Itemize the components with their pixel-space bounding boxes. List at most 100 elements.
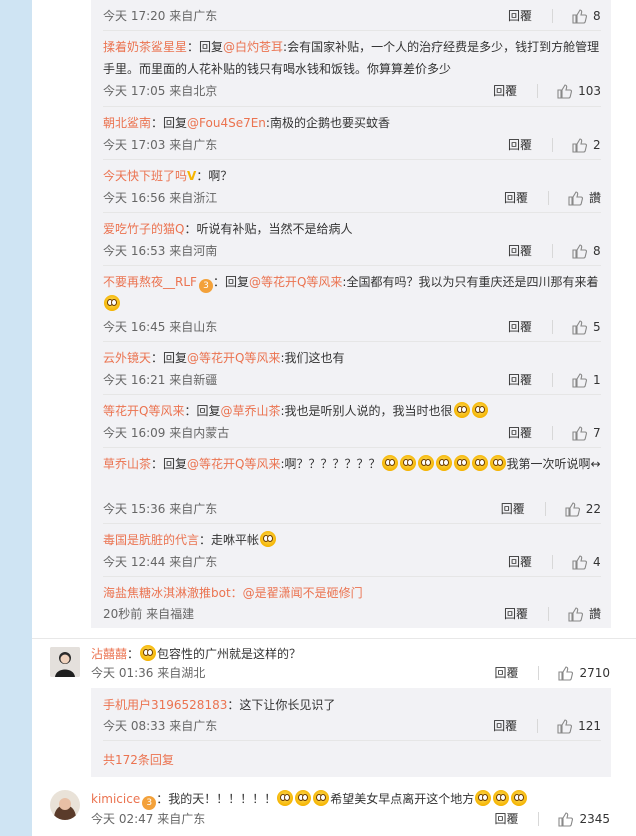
like-count: 8: [593, 244, 601, 258]
mention-link[interactable]: @等花开Q等风来: [187, 351, 280, 365]
reply-item: 手机用户3196528183：这下让你长见识了 今天 08:33 来自广东 回覆…: [91, 688, 611, 740]
reply-username[interactable]: 草乔山茶: [103, 457, 151, 471]
reply-button[interactable]: 回覆: [508, 7, 532, 25]
thumbs-up-icon[interactable]: [571, 425, 587, 441]
thumbs-up-icon[interactable]: [571, 8, 587, 24]
reply-thread-box: 手机用户3196528183：这下让你长见识了 今天 08:33 来自广东 回覆…: [91, 688, 611, 777]
reply-button[interactable]: 回覆: [493, 82, 517, 100]
reply-item: 朝北鲨南：回复@Fou4Se7En:南极的企鹅也要买蚊香 今天 17:03 来自…: [91, 106, 611, 159]
like-count: 7: [593, 426, 601, 440]
like-count: 2: [593, 138, 601, 152]
reply-button[interactable]: 回覆: [508, 242, 532, 260]
reply-meta: 今天 16:45 来自山东: [103, 320, 218, 334]
thumbs-up-icon[interactable]: [564, 501, 580, 517]
reply-text: 云外镜天：回复@等花开Q等风来:我们这也有: [103, 351, 345, 365]
reply-meta: 今天 15:36 来自广东: [103, 502, 218, 516]
reply-item: 揉着奶茶鲨星星：回复@白灼苍耳:会有国家补贴，一个人的治疗经费是多少，钱打到方舱…: [91, 30, 611, 106]
separator: [552, 9, 553, 23]
emoji-icon: [489, 455, 506, 471]
reply-button[interactable]: 回覆: [508, 553, 532, 571]
emoji-icon: [399, 455, 416, 471]
page-background-left: [0, 0, 32, 836]
like-count: 2710: [579, 666, 610, 680]
emoji-icon: [453, 455, 470, 471]
like-count: 讚: [588, 191, 601, 205]
emoji-icon: [475, 790, 492, 806]
emoji-icon: [260, 531, 277, 547]
reply-button[interactable]: 回覆: [504, 189, 528, 207]
thumbs-up-icon[interactable]: [556, 83, 573, 99]
separator: [552, 373, 553, 387]
reply-username[interactable]: 手机用户3196528183: [103, 698, 227, 712]
mention-link[interactable]: @Fou4Se7En: [187, 116, 266, 130]
separator: [547, 607, 549, 621]
emoji-icon: [471, 455, 488, 471]
separator: [538, 666, 540, 680]
thumbs-up-icon[interactable]: [557, 665, 574, 681]
thumbs-up-icon[interactable]: [567, 606, 583, 622]
verified-badge-icon: V: [187, 169, 197, 183]
mention-link[interactable]: @等花开Q等风来: [187, 457, 280, 471]
comment-meta: 今天 02:47 来自广东: [91, 812, 206, 826]
emoji-icon: [435, 455, 452, 471]
reply-meta: 今天 17:05 来自北京: [103, 84, 218, 98]
reply-text: 揉着奶茶鲨星星：回复@白灼苍耳:会有国家补贴，一个人的治疗经费是多少，钱打到方舱…: [103, 40, 600, 76]
reply-username[interactable]: 毒国是肮脏的代言: [103, 533, 199, 547]
emoji-icon: [140, 645, 157, 661]
view-all-replies-link[interactable]: 共172条回复: [103, 751, 174, 769]
reply-username[interactable]: 揉着奶茶鲨星星: [103, 40, 187, 54]
thumbs-up-icon[interactable]: [571, 137, 587, 153]
comment-text: kimicice 3 ：我的天！！！！！！ 希望美女早点离开这个地方: [91, 788, 528, 810]
emoji-icon: [493, 790, 510, 806]
reply-item: 爱吃竹子的猫Q：听说有补贴，当然不是给病人 今天 16:53 来自河南 回覆 8: [91, 212, 611, 265]
reply-button[interactable]: 回覆: [508, 371, 532, 389]
comment-username[interactable]: kimicice: [91, 792, 140, 806]
thumbs-up-icon[interactable]: [557, 811, 574, 827]
thumbs-up-icon[interactable]: [571, 554, 587, 570]
reply-meta: 今天 16:09 来自内蒙古: [103, 426, 230, 440]
comment-username[interactable]: 沾囍囍: [91, 647, 127, 661]
reply-button[interactable]: 回覆: [508, 136, 532, 154]
mention-link[interactable]: @等花开Q等风来: [249, 275, 342, 289]
reply-username[interactable]: 等花开Q等风来: [103, 404, 184, 418]
mention-link[interactable]: @白灼苍耳: [223, 40, 283, 54]
reply-button[interactable]: 回覆: [501, 500, 525, 518]
reply-meta: 今天 17:03 来自广东: [103, 138, 218, 152]
emoji-icon: [104, 295, 120, 311]
reply-button[interactable]: 回覆: [493, 717, 517, 735]
thumbs-up-icon[interactable]: [571, 243, 587, 259]
separator: [547, 191, 549, 205]
reply-item: 等花开Q等风来：回复@草乔山茶:我也是听别人说的，我当时也很 今天 16:09 …: [91, 394, 611, 447]
reply-meta: 20秒前 来自福建: [103, 607, 195, 621]
reply-button[interactable]: 回覆: [494, 664, 518, 682]
reply-text: 今天快下班了吗V：啊？: [103, 169, 233, 183]
thumbs-up-icon[interactable]: [567, 190, 583, 206]
reply-meta: 今天 16:53 来自河南: [103, 244, 218, 258]
reply-username[interactable]: 朝北鲨南: [103, 116, 151, 130]
comment-item: kimicice 3 ：我的天！！！！！！ 希望美女早点离开这个地方 今天 02:47…: [32, 786, 636, 836]
fan-badge-icon: 3: [198, 279, 213, 293]
mention-link[interactable]: ：@是翟潇闻不是砸修门: [231, 586, 363, 600]
thumbs-up-icon[interactable]: [571, 372, 587, 388]
reply-item: 毒国是肮脏的代言：走咻平帐 今天 12:44 来自广东 回覆 4: [91, 523, 611, 576]
reply-text: 不要再熬夜__RLF 3 ：回复@等花开Q等风来:全国都有吗？我以为只有重庆还是四川…: [103, 271, 601, 315]
reply-username[interactable]: 云外镜天: [103, 351, 151, 365]
separator: [552, 320, 553, 334]
reply-button[interactable]: 回覆: [504, 605, 528, 623]
avatar[interactable]: [50, 790, 80, 820]
reply-button[interactable]: 回覆: [494, 810, 518, 828]
reply-username[interactable]: 海盐焦糖冰淇淋澈推bot: [103, 586, 231, 600]
divider: [103, 740, 601, 741]
reply-item: 今天 17:20 来自广东 回覆 8: [91, 0, 611, 30]
reply-username[interactable]: 今天快下班了吗: [103, 169, 187, 183]
thumbs-up-icon[interactable]: [556, 718, 573, 734]
reply-username[interactable]: 爱吃竹子的猫Q: [103, 222, 184, 236]
reply-username[interactable]: 不要再熬夜__RLF: [103, 275, 197, 289]
mention-link[interactable]: @草乔山茶: [220, 404, 280, 418]
separator: [552, 426, 553, 440]
thumbs-up-icon[interactable]: [571, 319, 587, 335]
reply-button[interactable]: 回覆: [508, 424, 532, 442]
avatar[interactable]: [50, 647, 80, 677]
reply-meta: 今天 17:20 来自广东: [103, 9, 218, 23]
reply-button[interactable]: 回覆: [508, 318, 532, 336]
